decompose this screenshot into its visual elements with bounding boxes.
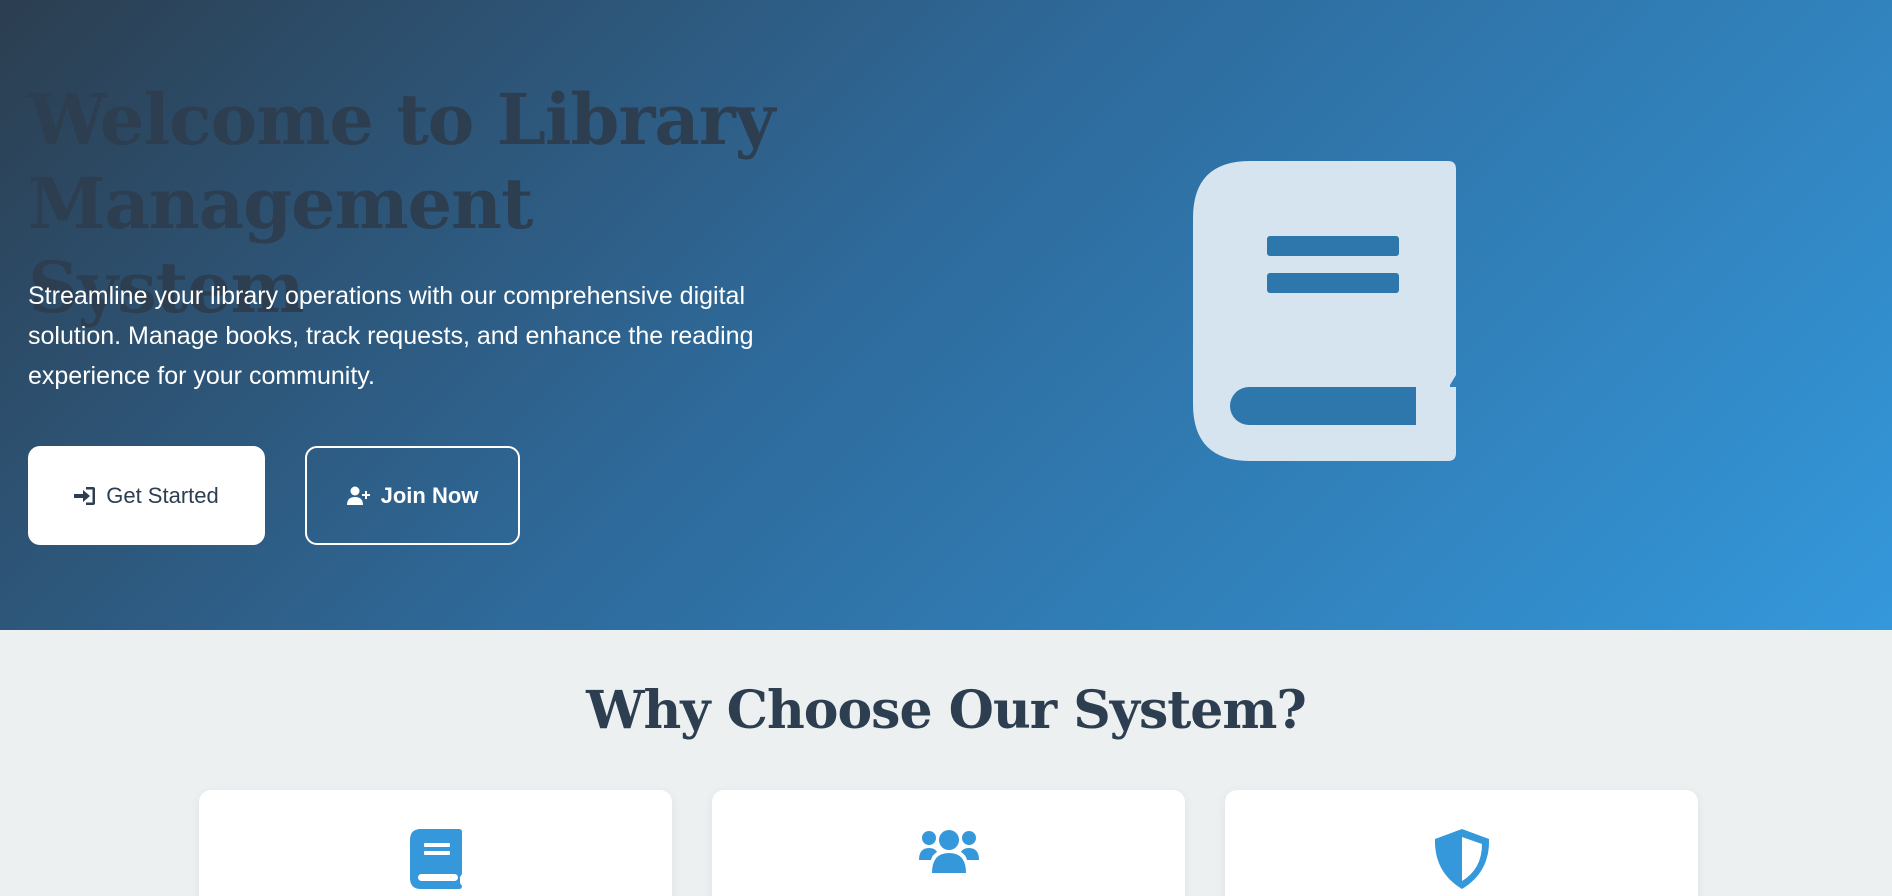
- get-started-label: Get Started: [106, 482, 219, 508]
- feature-card-users: [712, 790, 1185, 896]
- hero-subtitle: Streamline your library operations with …: [28, 282, 754, 390]
- get-started-button[interactable]: Get Started: [28, 446, 265, 545]
- hero-section: Welcome to Library Management System Str…: [0, 0, 1892, 630]
- book-icon: [1190, 158, 1460, 468]
- book-icon: [409, 828, 463, 894]
- join-now-label: Join Now: [380, 482, 479, 508]
- sign-in-icon: [74, 486, 96, 506]
- features-title: Why Choose Our System?: [586, 680, 1307, 741]
- feature-card-books: [199, 790, 672, 896]
- user-plus-icon: [346, 486, 371, 506]
- join-now-button[interactable]: Join Now: [305, 446, 520, 545]
- feature-card-security: [1225, 790, 1698, 896]
- users-icon: [918, 828, 980, 878]
- shield-icon: [1433, 828, 1491, 894]
